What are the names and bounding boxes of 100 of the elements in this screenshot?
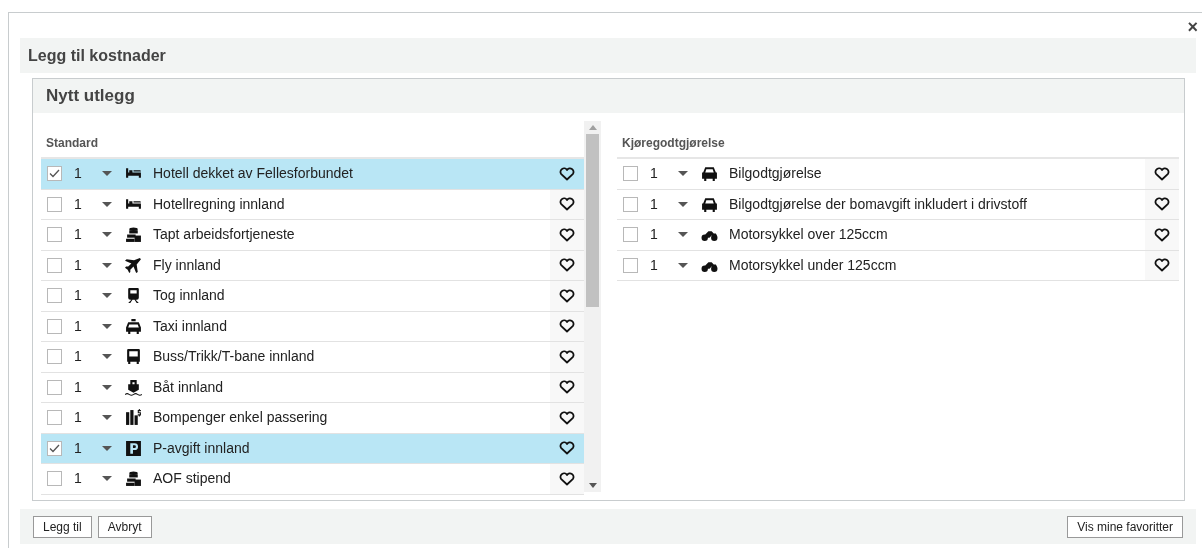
group-heading: Standard xyxy=(45,135,99,152)
expense-label: Bompenger enkel passering xyxy=(153,408,329,428)
expense-row[interactable]: 1 Hotellregning innland xyxy=(41,189,584,220)
dropdown-icon[interactable] xyxy=(678,171,688,177)
scrollbar[interactable] xyxy=(584,121,601,492)
checkbox[interactable] xyxy=(47,196,62,212)
footer-button[interactable]: Vis mine favoritter xyxy=(1067,515,1183,538)
quantity: 1 xyxy=(74,438,83,458)
scroll-down-icon[interactable] xyxy=(588,483,597,488)
expense-row[interactable]: 1 Motorsykkel under 125ccm xyxy=(617,250,1179,281)
expense-row[interactable]: 1 Bilgodtgjørelse der bomavgift inkludert i drivstoff xyxy=(617,189,1179,220)
checkbox[interactable] xyxy=(47,318,62,334)
heart-icon[interactable] xyxy=(1154,258,1170,273)
quantity: 1 xyxy=(74,225,83,245)
checkbox[interactable] xyxy=(623,257,638,273)
expense-label: Motorsykkel over 125ccm xyxy=(729,225,889,245)
checkbox[interactable] xyxy=(47,440,62,456)
expense-label: Fly innland xyxy=(153,255,222,275)
heart-icon[interactable] xyxy=(1154,166,1170,181)
checkbox[interactable] xyxy=(47,410,62,426)
quantity: 1 xyxy=(74,255,83,275)
car-icon xyxy=(701,165,718,183)
expense-label: Tog innland xyxy=(153,286,226,306)
checkbox[interactable] xyxy=(623,227,638,243)
group-heading: Kjøregodtgjørelse xyxy=(621,135,726,152)
checkbox[interactable] xyxy=(47,288,62,304)
heart-icon[interactable] xyxy=(559,288,575,303)
quantity: 1 xyxy=(74,347,83,367)
expense-row[interactable]: 1 Motorsykkel over 125ccm xyxy=(617,220,1179,251)
expense-label: Bilgodtgjørelse xyxy=(729,164,823,184)
expense-row[interactable]: 1 Tapt arbeidsfortjeneste xyxy=(41,220,584,251)
heart-icon[interactable] xyxy=(559,441,575,456)
checkbox[interactable] xyxy=(47,166,62,182)
dropdown-icon[interactable] xyxy=(102,232,112,238)
expense-row[interactable]: 1 P-avgift innland xyxy=(41,433,584,464)
coins-icon xyxy=(125,470,142,488)
expense-label: AOF stipend xyxy=(153,469,232,489)
expense-label: Taxi innland xyxy=(153,316,228,336)
expense-row[interactable]: 1 Buss/Trikk/T-bane innland xyxy=(41,342,584,373)
taxi-icon xyxy=(125,317,142,335)
heart-icon[interactable] xyxy=(559,319,575,334)
dropdown-icon[interactable] xyxy=(102,171,112,177)
dropdown-icon[interactable] xyxy=(102,262,112,268)
heart-icon[interactable] xyxy=(559,380,575,395)
expense-row[interactable]: 1 Hotell dekket av Fellesforbundet xyxy=(41,159,584,190)
dropdown-icon[interactable] xyxy=(102,323,112,329)
expense-row[interactable]: 1 Båt innland xyxy=(41,372,584,403)
toll-icon xyxy=(125,409,142,427)
checkbox[interactable] xyxy=(47,227,62,243)
plane-icon xyxy=(125,256,142,274)
expense-label: Hotell dekket av Fellesforbundet xyxy=(153,164,354,184)
expense-row[interactable]: 1 Fly innland xyxy=(41,250,584,281)
check-icon xyxy=(49,169,60,179)
parking-icon xyxy=(125,439,142,457)
heart-icon[interactable] xyxy=(559,471,575,486)
dropdown-icon[interactable] xyxy=(102,354,112,360)
expense-row[interactable]: 1 AOF stipend xyxy=(41,464,584,495)
checkbox[interactable] xyxy=(623,166,638,182)
expense-row[interactable]: 1 Bilgodtgjørelse xyxy=(617,159,1179,190)
dropdown-icon[interactable] xyxy=(102,476,112,482)
quantity: 1 xyxy=(74,194,83,214)
checkbox[interactable] xyxy=(623,196,638,212)
quantity: 1 xyxy=(74,469,83,489)
expense-label: Tapt arbeidsfortjeneste xyxy=(153,225,296,245)
expense-label: P-avgift innland xyxy=(153,438,251,458)
heart-icon[interactable] xyxy=(559,166,575,181)
expense-row[interactable]: 1 Taxi innland xyxy=(41,311,584,342)
heart-icon[interactable] xyxy=(559,349,575,364)
dropdown-icon[interactable] xyxy=(678,232,688,238)
quantity: 1 xyxy=(74,377,83,397)
heart-icon[interactable] xyxy=(1154,227,1170,242)
panel-title: Nytt utlegg xyxy=(46,85,135,108)
dropdown-icon[interactable] xyxy=(102,415,112,421)
heart-icon[interactable] xyxy=(559,197,575,212)
quantity: 1 xyxy=(74,408,83,428)
heart-icon[interactable] xyxy=(559,258,575,273)
heart-icon[interactable] xyxy=(559,410,575,425)
expense-label: Buss/Trikk/T-bane innland xyxy=(153,347,316,367)
dropdown-icon[interactable] xyxy=(678,201,688,207)
dropdown-icon[interactable] xyxy=(102,293,112,299)
dropdown-icon[interactable] xyxy=(678,262,688,268)
expense-label: Hotellregning innland xyxy=(153,194,286,214)
expense-label: Båt innland xyxy=(153,377,225,397)
expense-row[interactable]: 1 Bompenger enkel passering xyxy=(41,403,584,434)
expense-row[interactable]: 1 Tog innland xyxy=(41,281,584,312)
footer-button[interactable]: Legg til xyxy=(33,515,92,538)
checkbox[interactable] xyxy=(47,379,62,395)
quantity: 1 xyxy=(650,164,659,184)
quantity: 1 xyxy=(74,316,83,336)
boat-icon xyxy=(125,378,142,396)
checkbox[interactable] xyxy=(47,471,62,487)
checkbox[interactable] xyxy=(47,257,62,273)
heart-icon[interactable] xyxy=(559,227,575,242)
footer-button[interactable]: Avbryt xyxy=(97,515,152,538)
close-button[interactable]: × xyxy=(1187,17,1198,37)
checkbox[interactable] xyxy=(47,349,62,365)
dropdown-icon[interactable] xyxy=(102,201,112,207)
heart-icon[interactable] xyxy=(1154,197,1170,212)
dropdown-icon[interactable] xyxy=(102,445,112,451)
dropdown-icon[interactable] xyxy=(102,384,112,390)
